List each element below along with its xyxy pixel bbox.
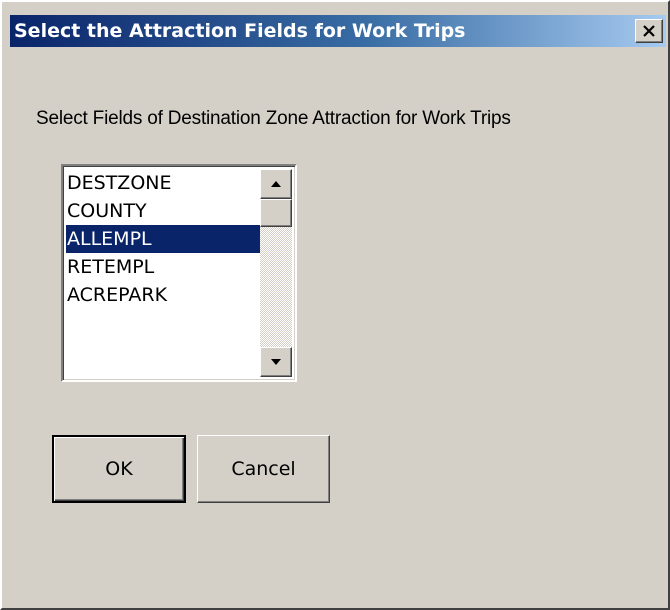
dialog-window: Select the Attraction Fields for Work Tr… xyxy=(0,0,670,610)
close-button[interactable] xyxy=(635,19,663,43)
list-item-selected[interactable]: ALLEMPL xyxy=(66,225,264,253)
close-icon xyxy=(643,25,655,37)
scrollbar-thumb[interactable] xyxy=(260,199,292,227)
instruction-label: Select Fields of Destination Zone Attrac… xyxy=(36,108,511,129)
list-item[interactable]: DESTZONE xyxy=(66,169,264,197)
scroll-up-button[interactable] xyxy=(260,169,292,199)
dialog-title: Select the Attraction Fields for Work Tr… xyxy=(14,20,466,42)
vertical-scrollbar[interactable] xyxy=(260,169,292,377)
title-bar[interactable]: Select the Attraction Fields for Work Tr… xyxy=(10,15,666,47)
list-item[interactable]: ACREPARK xyxy=(66,281,264,309)
scroll-up-arrow-icon xyxy=(271,181,281,187)
list-item[interactable]: COUNTY xyxy=(66,197,264,225)
scroll-down-arrow-icon xyxy=(271,359,281,365)
fields-listbox[interactable]: DESTZONE COUNTY ALLEMPL RETEMPL ACREPARK xyxy=(61,164,297,382)
scroll-down-button[interactable] xyxy=(260,347,292,377)
list-item[interactable]: RETEMPL xyxy=(66,253,264,281)
ok-button[interactable]: OK xyxy=(52,435,186,503)
listbox-items: DESTZONE COUNTY ALLEMPL RETEMPL ACREPARK xyxy=(66,169,264,309)
cancel-button[interactable]: Cancel xyxy=(197,435,330,503)
